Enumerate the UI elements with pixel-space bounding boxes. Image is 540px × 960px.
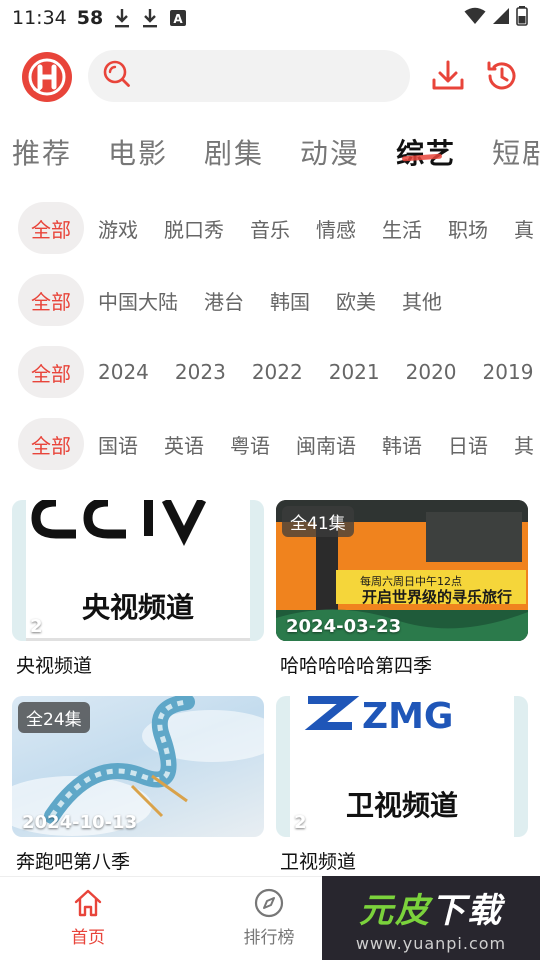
card-date: 2 <box>294 812 307 833</box>
filter-panel: 全部 游戏 脱口秀 音乐 情感 生活 职场 真 全部 中国大陆 港台 韩国 欧美… <box>0 192 540 480</box>
year-filter-option[interactable]: 2021 <box>329 360 380 384</box>
status-time: 11:34 <box>12 7 67 29</box>
year-filter-row: 全部 2024 2023 2022 2021 2020 2019 2 <box>0 336 540 408</box>
card-date: 2024-03-23 <box>286 616 402 637</box>
genre-filter-option[interactable]: 脱口秀 <box>164 214 224 243</box>
watermark-logo: 元皮下载 <box>359 883 503 932</box>
history-button[interactable] <box>482 56 522 96</box>
zmg-logo-text: ZMG <box>362 696 453 737</box>
watermark-text-b: 下载 <box>431 891 503 931</box>
language-filter-all[interactable]: 全部 <box>18 418 84 470</box>
signal-icon <box>492 7 510 30</box>
genre-filter-row: 全部 游戏 脱口秀 音乐 情感 生活 职场 真 <box>0 192 540 264</box>
search-input[interactable] <box>142 65 402 87</box>
region-filter-option[interactable]: 欧美 <box>336 286 376 315</box>
card-title: 卫视频道 <box>280 851 357 873</box>
content-card[interactable]: 全24集 2024-10-13 奔跑吧第八季 <box>12 696 264 892</box>
status-bar: 11:34 58 A <box>0 0 540 36</box>
content-grid: 央视频道 2 央视频道 每周六周日中午12点 开启世界级的寻乐旅行 全41集 2… <box>12 500 528 892</box>
tab-series[interactable]: 剧集 <box>204 132 264 172</box>
card-date: 2024-10-13 <box>22 812 138 833</box>
genre-filter-option[interactable]: 真 <box>514 214 534 243</box>
tab-recommend[interactable]: 推荐 <box>12 132 72 172</box>
card-date: 2 <box>30 616 43 637</box>
language-filter-row: 全部 国语 英语 粤语 闽南语 韩语 日语 其 <box>0 408 540 480</box>
watermark-text-a: 元皮 <box>359 891 431 931</box>
download-icon <box>432 60 464 90</box>
card-title: 奔跑吧第八季 <box>16 851 131 873</box>
region-filter-option[interactable]: 中国大陆 <box>98 286 178 315</box>
episode-badge: 全41集 <box>282 506 354 537</box>
wifi-icon <box>464 7 486 30</box>
site-watermark: 元皮下载 www.yuanpi.com <box>322 876 540 960</box>
genre-filter-option[interactable]: 音乐 <box>250 214 290 243</box>
genre-filter-option[interactable]: 职场 <box>448 214 488 243</box>
region-filter-option[interactable]: 其他 <box>402 286 442 315</box>
region-filter-all[interactable]: 全部 <box>18 274 84 326</box>
episode-badge: 全24集 <box>18 702 90 733</box>
card-poster[interactable]: 央视频道 2 <box>12 500 264 641</box>
card-poster[interactable]: 全24集 2024-10-13 <box>12 696 264 837</box>
tab-anime[interactable]: 动漫 <box>300 132 360 172</box>
year-filter-option[interactable]: 2024 <box>98 360 149 384</box>
app-header <box>0 46 540 108</box>
card-title: 哈哈哈哈哈第四季 <box>280 655 433 677</box>
content-card[interactable]: 每周六周日中午12点 开启世界级的寻乐旅行 全41集 2024-03-23 哈哈… <box>276 500 528 696</box>
poster-slogan: 开启世界级的寻乐旅行 <box>362 588 513 606</box>
card-title: 央视频道 <box>16 655 93 677</box>
region-filter-option[interactable]: 港台 <box>204 286 244 315</box>
content-card[interactable]: 央视频道 2 央视频道 <box>12 500 264 696</box>
category-tabs: 推荐 电影 剧集 动漫 综艺 短剧 <box>0 124 540 180</box>
svg-text:A: A <box>174 12 184 26</box>
home-icon <box>74 889 102 917</box>
region-filter-option[interactable]: 韩国 <box>270 286 310 315</box>
language-filter-option[interactable]: 其 <box>514 430 534 459</box>
card-poster[interactable]: ZMG 卫视频道 2 <box>276 696 528 837</box>
status-right-group <box>464 5 528 31</box>
tab-variety[interactable]: 综艺 <box>396 132 456 172</box>
year-filter-option[interactable]: 2023 <box>175 360 226 384</box>
content-card[interactable]: ZMG 卫视频道 2 卫视频道 <box>276 696 528 892</box>
download-notification-icon <box>141 7 159 29</box>
year-filter-option[interactable]: 2022 <box>252 360 303 384</box>
tab-movies[interactable]: 电影 <box>108 132 168 172</box>
language-filter-option[interactable]: 韩语 <box>382 430 422 459</box>
region-filter-row: 全部 中国大陆 港台 韩国 欧美 其他 <box>0 264 540 336</box>
history-icon <box>487 61 516 90</box>
battery-icon <box>516 5 528 31</box>
tab-short-drama[interactable]: 短剧 <box>492 132 540 172</box>
language-filter-option[interactable]: 粤语 <box>230 430 270 459</box>
year-filter-option[interactable]: 2020 <box>406 360 457 384</box>
app-logo[interactable] <box>22 52 72 102</box>
poster-title: 卫视频道 <box>345 789 458 822</box>
watermark-url: www.yuanpi.com <box>355 934 507 953</box>
compass-icon <box>254 888 284 918</box>
genre-filter-option[interactable]: 游戏 <box>98 214 138 243</box>
poster-title: 央视频道 <box>81 591 194 624</box>
download-notification-icon <box>113 7 131 29</box>
language-filter-option[interactable]: 日语 <box>448 430 488 459</box>
nav-home[interactable]: 首页 <box>43 887 133 948</box>
keyboard-notification-icon: A <box>169 9 187 27</box>
download-button[interactable] <box>428 56 468 96</box>
search-bar[interactable] <box>88 50 410 102</box>
status-notification-text: 58 <box>76 7 104 29</box>
language-filter-option[interactable]: 英语 <box>164 430 204 459</box>
year-filter-option[interactable]: 2019 <box>483 360 534 384</box>
nav-ranking[interactable]: 排行榜 <box>224 887 314 948</box>
logo-icon <box>28 58 66 96</box>
year-filter-all[interactable]: 全部 <box>18 346 84 398</box>
card-poster[interactable]: 每周六周日中午12点 开启世界级的寻乐旅行 全41集 2024-03-23 <box>276 500 528 641</box>
genre-filter-option[interactable]: 情感 <box>316 214 356 243</box>
nav-home-label: 首页 <box>71 928 105 948</box>
search-icon <box>102 59 132 93</box>
language-filter-option[interactable]: 国语 <box>98 430 138 459</box>
genre-filter-option[interactable]: 生活 <box>382 214 422 243</box>
language-filter-option[interactable]: 闽南语 <box>296 430 356 459</box>
genre-filter-all[interactable]: 全部 <box>18 202 84 254</box>
nav-ranking-label: 排行榜 <box>243 928 295 948</box>
